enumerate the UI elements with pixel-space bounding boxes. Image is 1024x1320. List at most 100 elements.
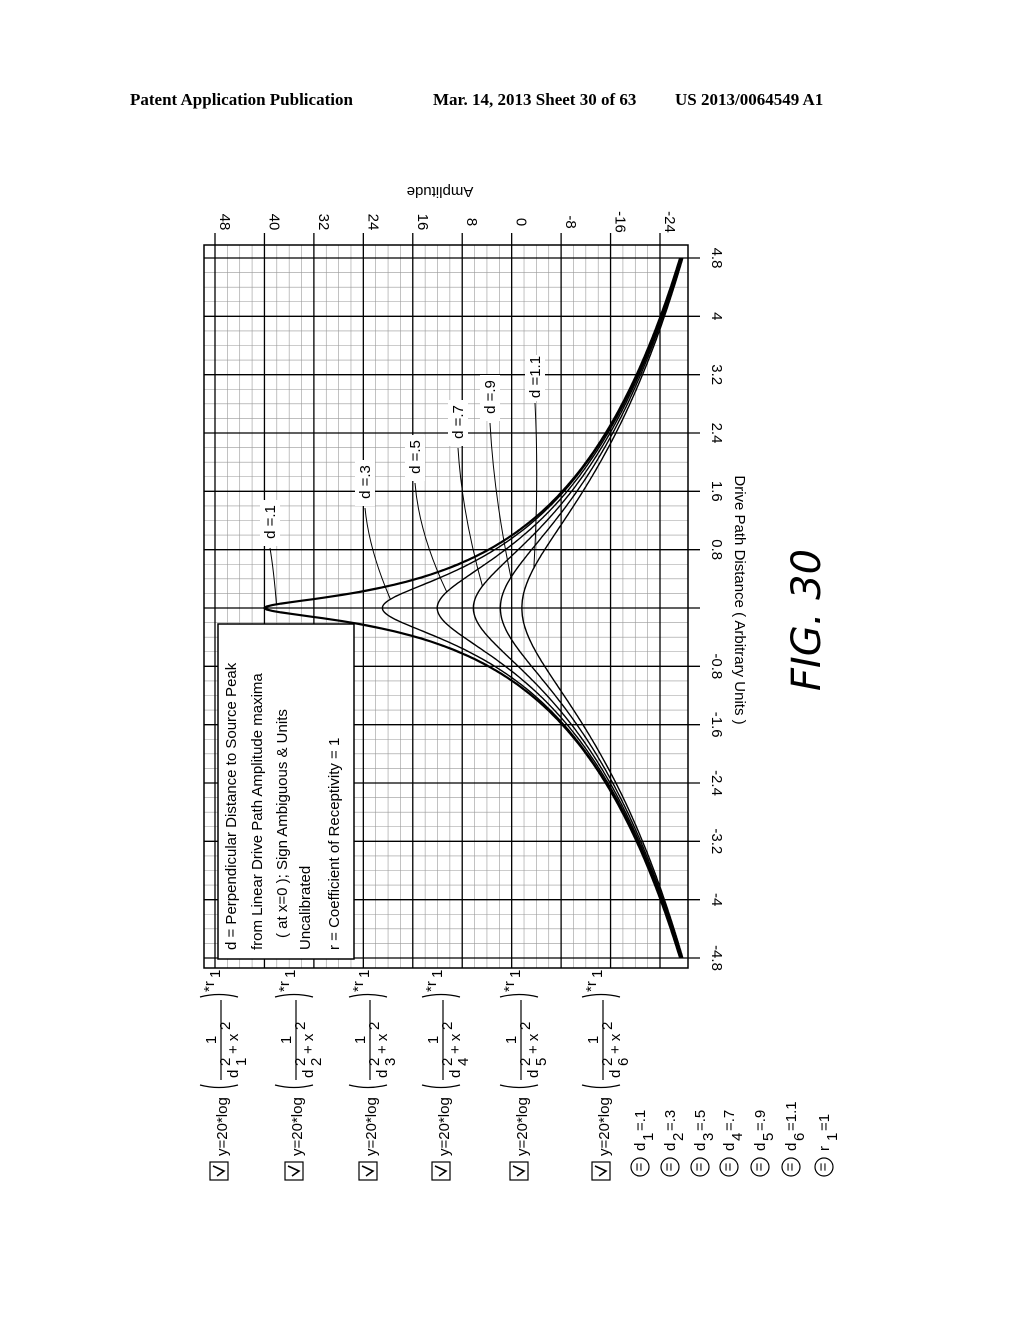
- legend-line: from Linear Drive Path Amplitude maxima: [249, 673, 266, 950]
- paren-left: [499, 1084, 539, 1089]
- x-exponent: 2: [217, 1022, 234, 1030]
- paren-right: [348, 993, 388, 998]
- legend-line: d = Perpendicular Distance to Source Pea…: [223, 662, 240, 950]
- paren-left: [581, 1084, 621, 1089]
- parameter-index: 6: [791, 1133, 808, 1141]
- equals-glyph: =: [720, 1162, 737, 1171]
- amplitude-tick-label: 24: [364, 214, 381, 231]
- receptivity: *r: [423, 981, 440, 992]
- distance-tick-label: -2.4: [708, 770, 725, 796]
- chart: d =.1d =.3d =.5d =.7d =.9 d =1.1 48 40 32 24…: [199, 183, 841, 1181]
- parameter-value: =.7: [721, 1110, 738, 1131]
- parameter-index: 1: [640, 1133, 657, 1141]
- equals-glyph: =: [782, 1162, 799, 1171]
- equation-prefix: y=20*log: [514, 1097, 531, 1156]
- parameter-name: d: [632, 1143, 649, 1151]
- legend-box: d = Perpendicular Distance to Source Pea…: [217, 623, 355, 960]
- paren-right: [499, 993, 539, 998]
- numerator: 1: [203, 1036, 220, 1044]
- r-index: 1: [356, 970, 373, 978]
- equals-glyph: =: [631, 1162, 648, 1171]
- paren-left: [274, 1084, 314, 1089]
- plus-x: + x: [607, 1033, 624, 1054]
- amplitude-tick-label: -8: [562, 215, 579, 228]
- denominator: d: [525, 1070, 542, 1078]
- denominator: d: [225, 1070, 242, 1078]
- curve-label: d =.7: [450, 405, 467, 439]
- d-exponent: 2: [439, 1058, 456, 1066]
- parameter-row: = d 2 =.3: [660, 1110, 687, 1177]
- parameter-index: 2: [670, 1133, 687, 1141]
- paren-right: [581, 993, 621, 998]
- parameter-row: = d 1 =.1: [630, 1110, 657, 1177]
- equation-prefix: y=20*log: [289, 1097, 306, 1156]
- equals-glyph: =: [661, 1162, 678, 1171]
- curve-labels: d =.1 d =.3 d =.5 d =.7 d =.9 d =1.1: [260, 355, 545, 605]
- d-index: 5: [533, 1058, 550, 1066]
- r-index: 1: [589, 970, 606, 978]
- numerator: 1: [503, 1036, 520, 1044]
- amplitude-tick-label: 0: [513, 218, 530, 226]
- paren-right: [274, 993, 314, 998]
- amplitude-tick-label: -24: [661, 211, 678, 233]
- d-exponent: 2: [517, 1058, 534, 1066]
- parameter-index: 3: [700, 1133, 717, 1141]
- distance-tick-label: 3.2: [708, 364, 725, 385]
- equation-row: y=20*log1d2 5+ x2*r1: [499, 970, 550, 1181]
- r-index: 1: [207, 970, 224, 978]
- numerator: 1: [425, 1036, 442, 1044]
- equals-glyph: =: [691, 1162, 708, 1171]
- paren-right: [199, 993, 239, 998]
- distance-tick-label: 4.8: [708, 248, 725, 269]
- parameter-row: = d 4 =.7: [719, 1110, 746, 1177]
- numerator: 1: [352, 1036, 369, 1044]
- distance-tick-label: 2.4: [708, 423, 725, 444]
- amplitude-ticks: 48 40 32 24 16 8 0 -8 -16 -24: [216, 211, 678, 233]
- plus-x: + x: [225, 1033, 242, 1054]
- parameter-value: =.5: [692, 1110, 709, 1131]
- parameter-value: =1.1: [783, 1101, 800, 1131]
- x-exponent: 2: [366, 1022, 383, 1030]
- d-index: 4: [455, 1058, 472, 1066]
- parameter-name: d: [662, 1143, 679, 1151]
- paren-right: [421, 993, 461, 998]
- amplitude-tick-label: 16: [414, 214, 431, 231]
- receptivity: *r: [501, 981, 518, 992]
- parameter-name: d: [752, 1143, 769, 1151]
- equation-prefix: y=20*log: [363, 1097, 380, 1156]
- x-exponent: 2: [599, 1022, 616, 1030]
- parameter-name: d: [692, 1143, 709, 1151]
- paren-left: [199, 1084, 239, 1089]
- equation-row: y=20*log1d2 6+ x2*r1: [581, 970, 632, 1181]
- receptivity: *r: [350, 981, 367, 992]
- distance-tick-label: -4.8: [708, 945, 725, 971]
- parameter-value: =.3: [662, 1110, 679, 1131]
- receptivity: *r: [276, 981, 293, 992]
- equation-row: y=20*log1d2 2+ x2*r1: [274, 970, 325, 1181]
- d-index: 6: [615, 1058, 632, 1066]
- amplitude-tick-label: 40: [265, 214, 282, 231]
- parameter-index: 1: [824, 1133, 841, 1141]
- distance-tick-label: 0.8: [708, 539, 725, 560]
- receptivity: *r: [201, 981, 218, 992]
- d-index: 1: [233, 1058, 250, 1066]
- paren-left: [421, 1084, 461, 1089]
- parameter-row: = d 6 =1.1: [781, 1101, 808, 1177]
- denominator: d: [447, 1070, 464, 1078]
- r-index: 1: [429, 970, 446, 978]
- distance-tick-label: -1.6: [708, 712, 725, 738]
- denominator: d: [607, 1070, 624, 1078]
- amplitude-tick-label: -16: [612, 211, 629, 233]
- r-index: 1: [507, 970, 524, 978]
- denominator: d: [374, 1070, 391, 1078]
- curve-label-leader: [269, 547, 277, 605]
- equation-row: y=20*log1d2 3+ x2*r1: [348, 970, 399, 1181]
- amplitude-tick-label: 32: [315, 214, 332, 231]
- denominator: d: [300, 1070, 317, 1078]
- amplitude-tick-label: 48: [216, 214, 233, 231]
- legend-line: Uncalibrated: [297, 866, 314, 950]
- equals-glyph: =: [815, 1162, 832, 1171]
- parameter-name: d: [783, 1143, 800, 1151]
- curve-label: d =1.1: [527, 356, 544, 398]
- distance-tick-label: 1.6: [708, 481, 725, 502]
